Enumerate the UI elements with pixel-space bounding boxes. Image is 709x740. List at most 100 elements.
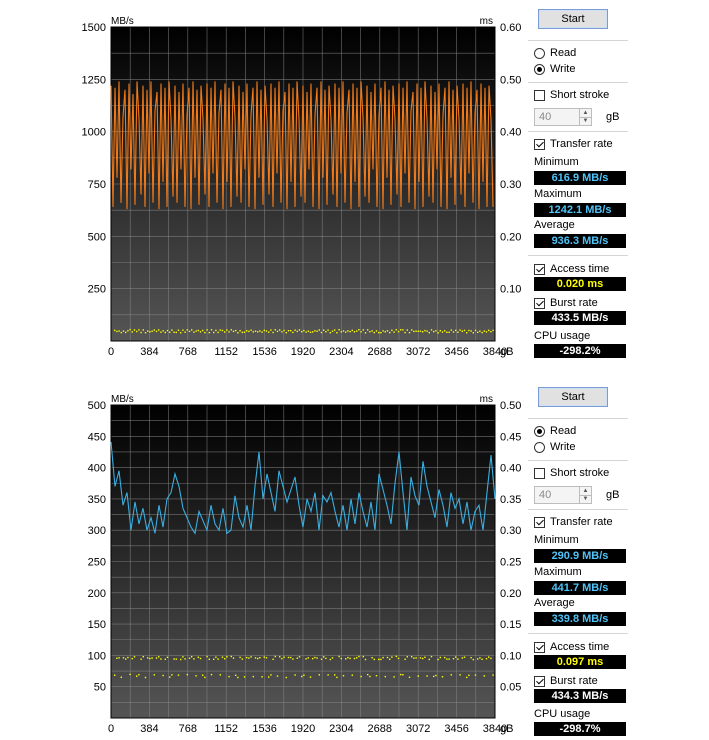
access-time-dot [120, 331, 122, 334]
write-settings-sidebar: Start Read Write Short stroke 40 ▲ ▼ gB … [528, 0, 628, 370]
access-time-checkbox[interactable]: Access time [534, 262, 609, 276]
access-time-dot [270, 674, 272, 676]
access-time-dot [375, 675, 378, 677]
access-time-dot [459, 674, 461, 676]
access-time-dot [261, 676, 263, 678]
access-time-dot [252, 331, 254, 333]
access-time-dot [184, 331, 186, 333]
write-radio[interactable]: Write [534, 440, 575, 454]
short-stroke-checkbox[interactable]: Short stroke [534, 466, 609, 480]
read-radio[interactable]: Read [534, 46, 576, 60]
access-time-dot [433, 675, 435, 678]
access-time-dot [195, 675, 197, 677]
access-time-dot [441, 331, 444, 333]
access-time-dot [485, 658, 488, 660]
access-time-dot [259, 657, 261, 659]
burst-rate-check[interactable] [534, 675, 545, 687]
access-time-dot [397, 330, 400, 333]
access-time-dot [298, 329, 301, 331]
read-radio-label: Read [550, 47, 577, 59]
access-time-dot [301, 331, 303, 333]
burst-rate-checkbox[interactable]: Burst rate [534, 674, 598, 688]
burst-rate-checkbox[interactable]: Burst rate [534, 296, 598, 310]
write-radio-button[interactable] [534, 441, 545, 453]
access-time-dot [406, 329, 408, 331]
transfer-rate-checkbox[interactable]: Transfer rate [534, 515, 613, 529]
write-radio-button[interactable] [534, 63, 545, 75]
access-time-dot [294, 329, 296, 331]
access-time-dot [202, 674, 204, 676]
access-time-dot [386, 330, 389, 332]
access-time-dot [488, 329, 490, 332]
y-tick-label-left: 50 [94, 682, 106, 694]
access-time-dot [162, 330, 164, 332]
transfer-rate-label: Transfer rate [550, 516, 613, 528]
access-time-dot [435, 330, 437, 332]
y-tick-label-left: 1000 [82, 127, 106, 139]
read-radio-button[interactable] [534, 47, 545, 59]
access-time-dot [241, 658, 243, 660]
access-time-dot [239, 330, 241, 332]
x-tick-label: 384 [140, 346, 158, 358]
access-time-dot [329, 332, 331, 334]
spin-down-icon[interactable]: ▼ [579, 495, 591, 503]
transfer-rate-check[interactable] [534, 516, 545, 528]
access-time-dot [263, 329, 265, 332]
access-time-dot [147, 330, 149, 332]
divider [528, 131, 628, 132]
y-tick-label-right: 0.10 [500, 284, 521, 296]
x-tick-label: 2688 [368, 723, 392, 735]
access-time-dot [395, 655, 397, 658]
access-time-dot [417, 330, 419, 332]
access-time-dot [327, 329, 329, 331]
access-time-dot [481, 331, 483, 334]
access-time-dot [114, 329, 116, 332]
y-tick-label-left: 150 [88, 619, 106, 631]
start-button[interactable]: Start [538, 387, 608, 407]
access-time-dot [281, 331, 283, 333]
access-time-check[interactable] [534, 263, 545, 275]
access-time-dot [235, 329, 237, 332]
access-time-dot [296, 330, 298, 333]
access-time-dot [384, 675, 386, 678]
transfer-rate-checkbox[interactable]: Transfer rate [534, 137, 613, 151]
access-time-checkbox[interactable]: Access time [534, 640, 609, 654]
access-time-dot [424, 329, 426, 332]
burst-rate-check[interactable] [534, 297, 545, 309]
transfer-rate-check[interactable] [534, 138, 545, 150]
access-time-dot [268, 331, 270, 333]
stroke-size-spinner[interactable]: 40 ▲ ▼ [534, 108, 592, 126]
divider [528, 460, 628, 461]
short-stroke-check[interactable] [534, 89, 545, 101]
access-time-dot [492, 329, 494, 332]
access-time-dot [263, 656, 265, 658]
access-time-dot [327, 674, 329, 676]
access-time-dot [435, 674, 437, 677]
access-time-dot [237, 676, 239, 679]
access-time-dot [254, 657, 257, 659]
access-time-dot [265, 330, 268, 332]
write-radio-label: Write [550, 441, 576, 453]
access-time-dot [186, 673, 188, 676]
read-settings-sidebar: Start Read Write Short stroke 40 ▲ ▼ gB … [528, 378, 628, 740]
y-tick-label-left: 450 [88, 431, 106, 443]
access-time-dot [477, 331, 479, 333]
maximum-value: 441.7 MB/s [534, 581, 626, 595]
access-time-dot [428, 658, 430, 661]
spin-down-icon[interactable]: ▼ [579, 117, 591, 125]
access-time-dot [331, 657, 334, 659]
access-time-dot [472, 332, 474, 334]
access-time-dot [393, 676, 395, 678]
access-time-dot [450, 674, 452, 676]
access-time-dot [191, 329, 193, 331]
read-radio-button[interactable] [534, 425, 545, 437]
access-time-dot [380, 332, 382, 334]
access-time-check[interactable] [534, 641, 545, 653]
read-radio[interactable]: Read [534, 424, 576, 438]
start-button[interactable]: Start [538, 9, 608, 29]
write-radio[interactable]: Write [534, 62, 575, 76]
stroke-size-spinner[interactable]: 40 ▲ ▼ [534, 486, 592, 504]
short-stroke-checkbox[interactable]: Short stroke [534, 88, 609, 102]
short-stroke-check[interactable] [534, 467, 545, 479]
access-time-dot [419, 330, 422, 332]
